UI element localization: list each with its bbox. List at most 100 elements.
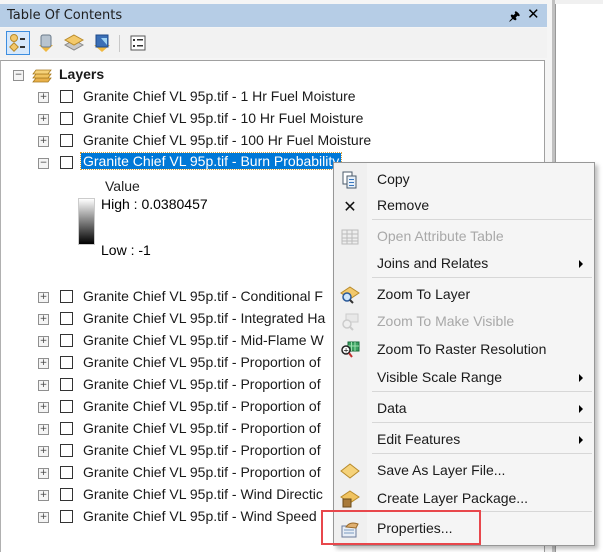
menu-item-edit-features[interactable]: Edit Features [334,427,594,453]
panel-title: Table Of Contents [7,8,123,23]
submenu-arrow-icon [579,260,583,268]
collapse-icon[interactable]: − [38,158,49,169]
layer-visibility-checkbox[interactable] [60,312,73,325]
menu-item-zoom-to-make-visible[interactable]: Zoom To Make Visible [334,309,594,335]
layer-label[interactable]: Granite Chief VL 95p.tif - Wind Directic [83,486,323,502]
menu-item-label: Copy [377,171,410,187]
expand-icon[interactable]: + [38,336,49,347]
zoom-to-make-visible-icon [340,313,360,331]
legend-heading: Value [105,178,140,194]
layer-row[interactable]: + Granite Chief VL 95p.tif - 1 Hr Fuel Mo… [1,87,541,109]
drawing-order-icon [9,34,25,52]
list-by-visibility-button[interactable] [62,31,86,55]
layer-visibility-checkbox[interactable] [60,444,73,457]
list-by-selection-button[interactable] [90,31,114,55]
layer-label[interactable]: Granite Chief VL 95p.tif - Mid-Flame W [83,332,324,348]
menu-separator [372,391,592,392]
layer-label[interactable]: Granite Chief VL 95p.tif - Proportion of [83,398,321,414]
expand-icon[interactable]: + [38,314,49,325]
source-icon [39,34,53,52]
zoom-raster-resolution-icon: + [340,341,360,359]
layer-visibility-checkbox[interactable] [60,400,73,413]
layer-label[interactable]: Granite Chief VL 95p.tif - Proportion of [83,376,321,392]
menu-item-label: Open Attribute Table [377,228,504,244]
menu-item-open-attribute-table[interactable]: Open Attribute Table [334,224,594,250]
layer-context-menu: Copy ✕ Remove Open Attribute Table Joins and… [333,162,595,546]
list-by-source-button[interactable] [34,31,58,55]
expand-icon[interactable]: + [38,490,49,501]
layer-visibility-checkbox[interactable] [60,488,73,501]
expand-icon[interactable]: + [38,358,49,369]
layer-row[interactable]: + Granite Chief VL 95p.tif - 10 Hr Fuel M… [1,109,541,131]
collapse-icon[interactable]: − [13,70,24,81]
expand-icon[interactable]: + [38,446,49,457]
layer-visibility-checkbox[interactable] [60,356,73,369]
copy-icon [340,171,360,189]
menu-item-label: Properties... [377,520,453,536]
layer-visibility-checkbox[interactable] [60,156,73,169]
menu-item-joins-and-relates[interactable]: Joins and Relates [334,251,594,277]
layer-label[interactable]: Granite Chief VL 95p.tif - Proportion of [83,442,321,458]
layers-root-label: Layers [59,66,105,82]
layer-visibility-checkbox[interactable] [60,378,73,391]
expand-icon[interactable]: + [38,424,49,435]
layer-label[interactable]: Granite Chief VL 95p.tif - Proportion of [83,354,321,370]
layer-label[interactable]: Granite Chief VL 95p.tif - 10 Hr Fuel Mo… [83,110,363,126]
layer-label[interactable]: Granite Chief VL 95p.tif - Integrated Ha [83,310,325,326]
menu-item-create-layer-package[interactable]: Create Layer Package... [334,486,594,512]
expand-icon[interactable]: + [38,512,49,523]
menu-item-save-as-layer-file[interactable]: Save As Layer File... [334,458,594,484]
menu-item-visible-scale-range[interactable]: Visible Scale Range [334,365,594,391]
menu-item-zoom-to-layer[interactable]: Zoom To Layer [334,282,594,308]
menu-item-label: Zoom To Make Visible [377,313,515,329]
layer-visibility-checkbox[interactable] [60,290,73,303]
expand-icon[interactable]: + [38,402,49,413]
menu-item-label: Data [377,400,407,416]
legend-low-value: Low : -1 [101,242,151,258]
remove-icon: ✕ [343,196,357,216]
layer-label[interactable]: Granite Chief VL 95p.tif - 1 Hr Fuel Moi… [83,88,356,104]
layer-label[interactable]: Granite Chief VL 95p.tif - Conditional F [83,288,323,304]
layer-label[interactable]: Granite Chief VL 95p.tif - Burn Probabil… [79,152,343,170]
layer-visibility-checkbox[interactable] [60,134,73,147]
visibility-icon [64,34,84,51]
layer-label[interactable]: Granite Chief VL 95p.tif - 100 Hr Fuel M… [83,132,371,148]
layer-label[interactable]: Granite Chief VL 95p.tif - Proportion of [83,420,321,436]
layer-visibility-checkbox[interactable] [60,112,73,125]
options-button[interactable] [126,31,150,55]
menu-item-data[interactable]: Data [334,396,594,422]
tree-root-layers[interactable]: − Layers [1,65,541,87]
list-by-drawing-order-button[interactable] [6,31,30,55]
expand-icon[interactable]: + [38,468,49,479]
layer-visibility-checkbox[interactable] [60,90,73,103]
menu-separator [372,277,592,278]
submenu-arrow-icon [579,374,583,382]
menu-item-properties[interactable]: Properties... [334,516,594,542]
close-icon[interactable]: ✕ [527,5,540,23]
expand-icon[interactable]: + [38,380,49,391]
expand-icon[interactable]: + [38,136,49,147]
legend-color-ramp [78,198,95,245]
menu-separator [372,422,592,423]
menu-item-zoom-to-raster-resolution[interactable]: + Zoom To Raster Resolution [334,337,594,363]
pin-icon[interactable]: 🖈 [509,7,520,28]
menu-item-label: Visible Scale Range [377,369,503,385]
expand-icon[interactable]: + [38,92,49,103]
menu-item-remove[interactable]: ✕ Remove [334,193,594,219]
layer-visibility-checkbox[interactable] [60,334,73,347]
expand-icon[interactable]: + [38,292,49,303]
layer-visibility-checkbox[interactable] [60,510,73,523]
svg-text:+: + [343,347,349,355]
expand-icon[interactable]: + [38,114,49,125]
submenu-arrow-icon [579,436,583,444]
layer-label[interactable]: Granite Chief VL 95p.tif - Wind Speed [83,508,317,524]
zoom-to-layer-icon [340,286,360,304]
menu-item-copy[interactable]: Copy [334,167,594,193]
menu-separator [372,219,592,220]
menu-separator [372,511,592,512]
menu-item-label: Save As Layer File... [377,462,506,478]
layer-visibility-checkbox[interactable] [60,422,73,435]
layer-row[interactable]: + Granite Chief VL 95p.tif - 100 Hr Fuel … [1,131,541,153]
layer-label[interactable]: Granite Chief VL 95p.tif - Proportion of [83,464,321,480]
layer-visibility-checkbox[interactable] [60,466,73,479]
